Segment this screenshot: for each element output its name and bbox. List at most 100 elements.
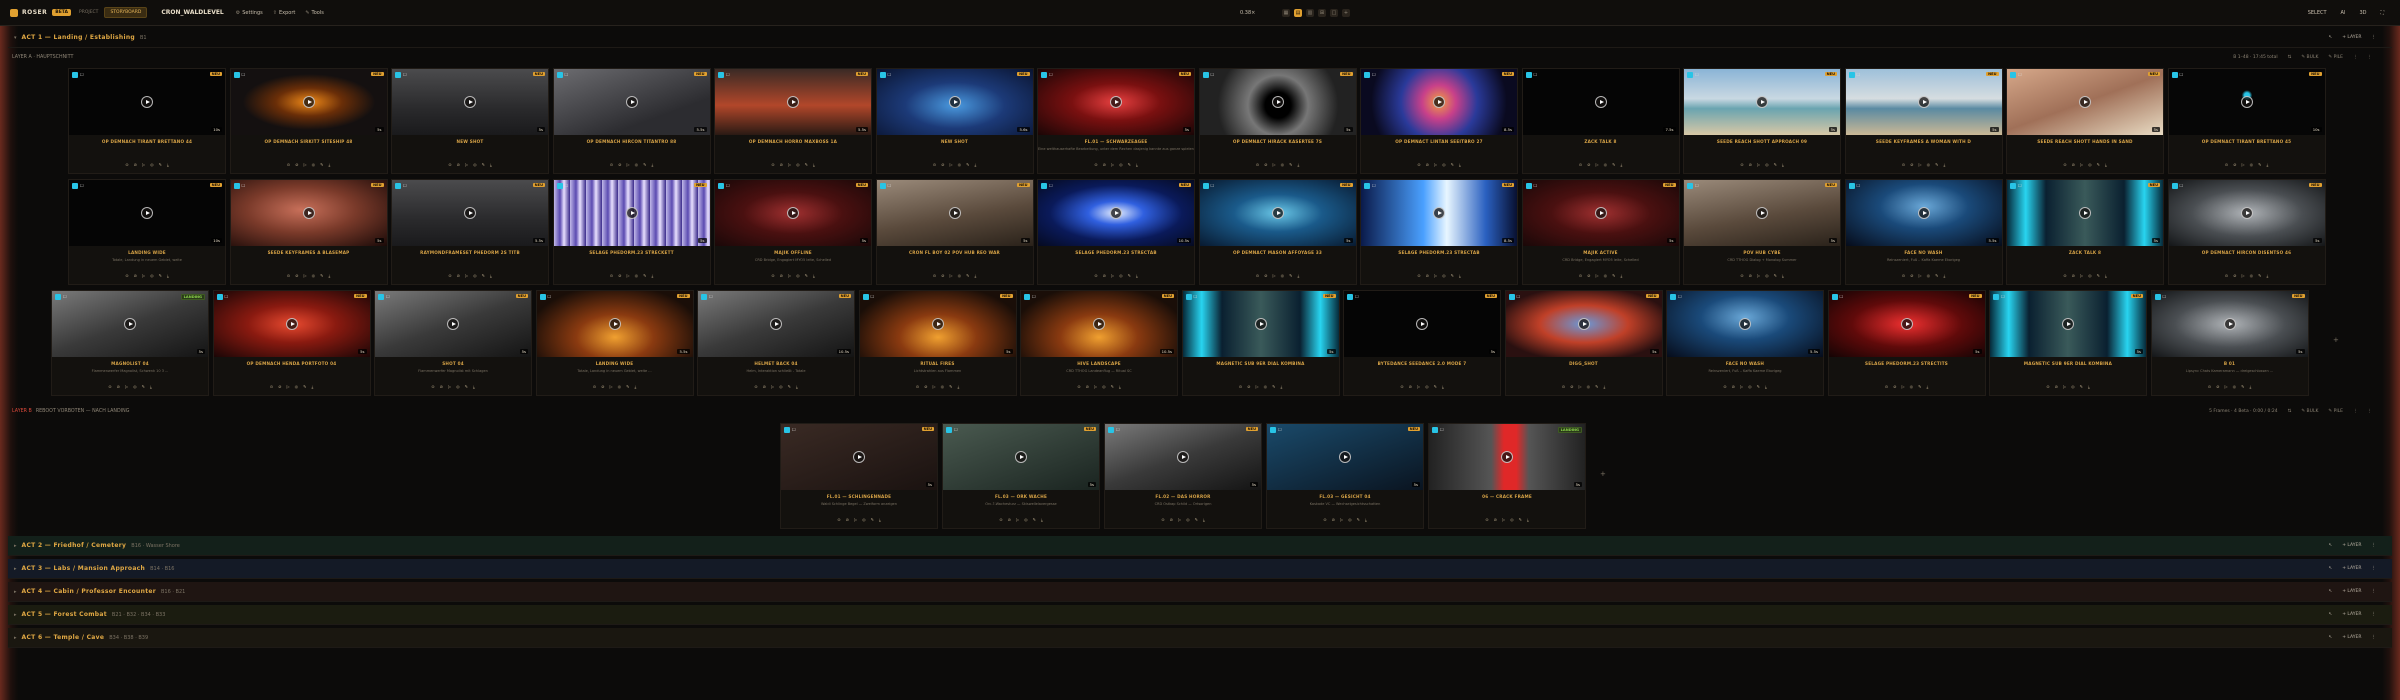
hide-icon[interactable]: ⊘ bbox=[134, 162, 137, 167]
target-icon[interactable]: ⊙ bbox=[1723, 384, 1726, 389]
hide-icon[interactable]: ⊘ bbox=[780, 162, 783, 167]
target-icon[interactable]: ⊙ bbox=[1579, 273, 1582, 278]
camera-icon[interactable]: ◎ bbox=[456, 384, 460, 389]
play-icon[interactable] bbox=[1177, 451, 1189, 463]
camera-icon[interactable]: ◎ bbox=[473, 162, 477, 167]
play-small-icon[interactable]: ▷ bbox=[1417, 384, 1420, 389]
edit-icon[interactable]: ✎ bbox=[303, 384, 306, 389]
camera-icon[interactable]: ◎ bbox=[1587, 384, 1591, 389]
hide-icon[interactable]: ⊘ bbox=[2216, 384, 2219, 389]
target-icon[interactable]: ⊙ bbox=[1562, 384, 1565, 389]
camera-icon[interactable]: ◎ bbox=[941, 384, 945, 389]
edit-icon[interactable]: ✎ bbox=[1935, 162, 1938, 167]
clip-thumbnail[interactable]: ☐ NEU 5.5s bbox=[536, 291, 693, 357]
grid-view-toggle[interactable]: ▦ bbox=[1282, 8, 1290, 17]
select-checkbox[interactable] bbox=[395, 72, 401, 78]
play-icon[interactable] bbox=[1339, 451, 1351, 463]
tiles-view-toggle[interactable]: ⊞ bbox=[1318, 8, 1326, 17]
play-small-icon[interactable]: ▷ bbox=[465, 273, 468, 278]
select-checkbox[interactable] bbox=[233, 72, 240, 78]
select-checkbox[interactable] bbox=[1364, 72, 1370, 78]
download-icon[interactable]: ⤓ bbox=[1459, 273, 1461, 278]
target-icon[interactable]: ⊙ bbox=[610, 162, 613, 167]
download-icon[interactable]: ⤓ bbox=[957, 384, 959, 389]
project-name[interactable]: CRON_WALDLEVEL bbox=[161, 9, 223, 16]
play-small-icon[interactable]: ▷ bbox=[2242, 273, 2245, 278]
camera-icon[interactable]: ◎ bbox=[312, 162, 316, 167]
play-small-icon[interactable]: ▷ bbox=[1757, 162, 1760, 167]
play-icon[interactable] bbox=[464, 96, 476, 108]
play-icon[interactable] bbox=[2062, 318, 2074, 330]
camera-icon[interactable]: ◎ bbox=[958, 273, 962, 278]
edit-icon[interactable]: ✎ bbox=[2097, 162, 2100, 167]
select-checkbox[interactable] bbox=[72, 72, 78, 78]
hide-icon[interactable]: ⊘ bbox=[1103, 273, 1106, 278]
clip-card[interactable]: ☐ NEU 5s MAGNETIC SUB 9ER DIAL KOMBINA ⊙ ⊘ ▷ ◎ ✎… bbox=[1181, 290, 1340, 396]
select-checkbox[interactable] bbox=[1024, 294, 1030, 300]
clip-thumbnail[interactable]: ☐ NEU 5s bbox=[2168, 180, 2325, 246]
clip-card[interactable]: ☐ NEU 5s OP DEMNACH HENDA PORTFOTO 04 ⊙ ⊘ ▷ ◎ ✎ ⤓ bbox=[212, 290, 371, 396]
clip-thumbnail[interactable]: ☐ NEU 5s bbox=[213, 291, 370, 357]
clip-card[interactable]: ☐ NEU 10.5s HELMET BACK 04 Helm, Interaktion… bbox=[697, 290, 855, 396]
target-icon[interactable]: ⊙ bbox=[270, 384, 273, 389]
clip-card[interactable]: ☐ NEU 5.5s OP DEMNACH HIRCON TITANTRO 88 ⊙ ⊘ ▷… bbox=[552, 68, 711, 174]
play-small-icon[interactable]: ▷ bbox=[1919, 273, 1922, 278]
clip-card[interactable]: ☐ NEU 5s MAJIK OFFLINE CRD Bridge, Engagiert… bbox=[714, 179, 872, 285]
target-icon[interactable]: ⊙ bbox=[125, 273, 128, 278]
target-icon[interactable]: ⊙ bbox=[287, 162, 290, 167]
download-icon[interactable]: ⤓ bbox=[328, 273, 330, 278]
select-checkbox[interactable] bbox=[216, 294, 223, 300]
hide-icon[interactable]: ⊘ bbox=[1732, 384, 1735, 389]
clip-card[interactable]: ☐ NEU 10s OP DEMNACH TIRANT BRETTANO 44 ⊙ ⊘ ▷ ◎… bbox=[68, 68, 226, 174]
camera-icon[interactable]: ◎ bbox=[133, 384, 137, 389]
download-icon[interactable]: ⤓ bbox=[328, 162, 330, 167]
hide-icon[interactable]: ⊘ bbox=[941, 162, 944, 167]
clip-card[interactable]: ☐ NEU 10s LANDING WIDE Totale, Landung in ne… bbox=[68, 179, 226, 285]
camera-icon[interactable]: ◎ bbox=[635, 162, 639, 167]
chevron-right-icon[interactable]: ▸ bbox=[14, 543, 17, 549]
target-icon[interactable]: ⊙ bbox=[1485, 517, 1488, 522]
edit-icon[interactable]: ✎ bbox=[1033, 517, 1036, 522]
select-checkbox[interactable] bbox=[1185, 294, 1192, 300]
play-icon[interactable] bbox=[1917, 96, 1930, 108]
clip-card[interactable]: ☐ NEU 5s FL.01 — SCHLINGENNADE Waldi Schling… bbox=[780, 423, 938, 529]
clip-thumbnail[interactable]: ☐ NEU 5s bbox=[876, 180, 1033, 246]
edit-icon[interactable]: ✎ bbox=[805, 273, 808, 278]
clip-card[interactable]: ☐ NEU 5.5s LANDING WIDE Totale, Landung in n… bbox=[535, 290, 694, 396]
play-small-icon[interactable]: ▷ bbox=[1434, 162, 1437, 167]
download-icon[interactable]: ⤓ bbox=[1527, 517, 1529, 522]
clip-thumbnail[interactable]: ☐ 5.5s bbox=[1845, 180, 2002, 246]
clip-thumbnail[interactable]: ☐ NEU 5s bbox=[781, 424, 937, 490]
cursor-icon[interactable]: ↖ bbox=[2328, 635, 2332, 640]
fullscreen-icon[interactable]: ⛶ bbox=[2380, 10, 2384, 16]
add-view-button[interactable]: + bbox=[1342, 8, 1350, 17]
select-checkbox[interactable] bbox=[1687, 72, 1693, 78]
camera-icon[interactable]: ◎ bbox=[473, 273, 477, 278]
edit-icon[interactable]: ✎ bbox=[2258, 273, 2261, 278]
play-icon[interactable] bbox=[787, 207, 799, 219]
camera-icon[interactable]: ◎ bbox=[1425, 384, 1429, 389]
clip-thumbnail[interactable]: ☐ NEU 10s bbox=[2168, 69, 2325, 135]
target-icon[interactable]: ⊙ bbox=[287, 273, 290, 278]
clip-card[interactable]: ☐ NEU 5s FL.03 — GESICHT 04 Kaskade VC — Wec… bbox=[1266, 423, 1424, 529]
more-icon[interactable]: ⋮ bbox=[2353, 409, 2358, 414]
play-small-icon[interactable]: ▷ bbox=[1340, 517, 1343, 522]
layer-a-header[interactable]: LAYER A · HAUPTSCHNITT B 1–48 · 17:45 to… bbox=[12, 50, 2388, 64]
clip-card[interactable]: ☐ NEU 5s DIGG_SHOT ⊙ ⊘ ▷ ◎ ✎ ⤓ bbox=[1504, 290, 1663, 396]
collapsed-act-header[interactable]: ▸ ACT 5 — Forest Combat B21 · B32 · B34 · … bbox=[8, 605, 2392, 625]
select-checkbox[interactable] bbox=[72, 183, 78, 189]
hide-icon[interactable]: ⊘ bbox=[924, 384, 927, 389]
play-small-icon[interactable]: ▷ bbox=[142, 162, 145, 167]
hide-icon[interactable]: ⊘ bbox=[2233, 162, 2236, 167]
play-small-icon[interactable]: ▷ bbox=[465, 162, 468, 167]
clip-card[interactable]: ☐ NEU 5.5s RAYMONDFRAMESET PHEDORM 2S TITB ⊙… bbox=[391, 179, 549, 285]
play-icon[interactable] bbox=[1756, 207, 1768, 219]
hide-icon[interactable]: ⊘ bbox=[763, 384, 766, 389]
act-1-header[interactable]: ▾ ACT 1 — Landing / Establishing B1 ↖ + … bbox=[8, 28, 2392, 48]
chevron-right-icon[interactable]: ▸ bbox=[14, 612, 17, 618]
download-icon[interactable]: ⤓ bbox=[311, 384, 313, 389]
play-icon[interactable] bbox=[931, 318, 944, 330]
select-checkbox[interactable] bbox=[1202, 183, 1209, 189]
edit-icon[interactable]: ✎ bbox=[1595, 384, 1598, 389]
clip-card[interactable]: ☐ NEU 5s OP DEMNACT HIRCON DISENTSO 46 ⊙ ⊘ ▷ ◎ ✎… bbox=[2167, 179, 2326, 285]
